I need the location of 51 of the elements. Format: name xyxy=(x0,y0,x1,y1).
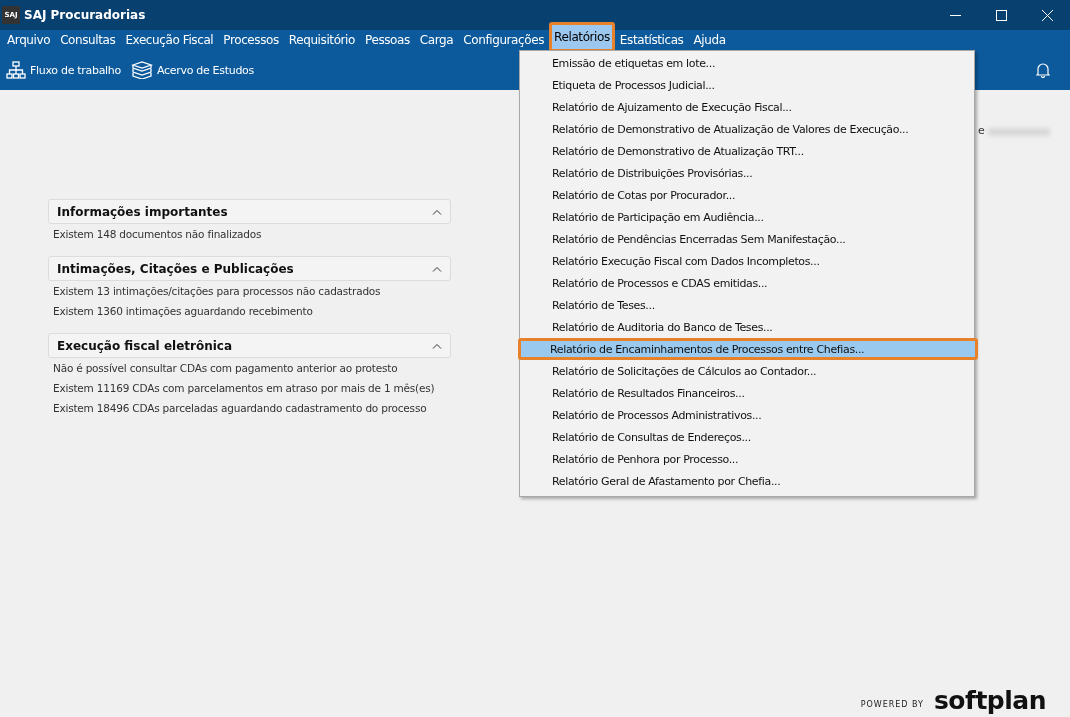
section-header[interactable]: Intimações, Citações e Publicações xyxy=(48,256,451,281)
menu-item[interactable]: Execução Fiscal xyxy=(120,30,219,50)
info-text: Existem 11169 CDAs com parcelamentos em atraso por mais de 1 mês(es) xyxy=(52,381,436,396)
menu-option[interactable]: Relatório de Processos Administrativos... xyxy=(520,404,974,426)
menu-option[interactable]: Etiqueta de Processos Judicial... xyxy=(520,74,974,96)
menu-option[interactable]: Relatório de Solicitações de Cálculos ao Contador... xyxy=(520,360,974,382)
menu-item[interactable]: Pessoas xyxy=(360,30,415,50)
info-text: Existem 13 intimações/citações para processos não cadastrados xyxy=(52,284,382,299)
hierarchy-icon xyxy=(6,61,26,79)
menu-option[interactable]: Relatório de Teses... xyxy=(520,294,974,316)
menu-item[interactable]: Relatórios xyxy=(549,22,615,52)
menu-item[interactable]: Processos xyxy=(218,30,284,50)
menu-option[interactable]: Relatório de Distribuições Provisórias... xyxy=(520,162,974,184)
menu-option[interactable]: Relatório de Demonstrativo de Atualização TRT... xyxy=(520,140,974,162)
info-text: Não é possível consultar CDAs com pagamento anterior ao protesto xyxy=(52,361,399,376)
menu-item[interactable]: Carga xyxy=(414,30,459,50)
menu-option[interactable]: Relatório de Auditoria do Banco de Teses... xyxy=(520,316,974,338)
menu-option[interactable]: Emissão de etiquetas em lote... xyxy=(520,52,974,74)
menu-option[interactable]: Relatório de Ajuizamento de Execução Fiscal... xyxy=(520,96,974,118)
close-icon xyxy=(1041,9,1053,21)
info-text: Existem 18496 CDAs parceladas aguardando cadastramento do processo xyxy=(52,401,428,416)
menu-option[interactable]: Relatório de Participação em Audiência... xyxy=(520,206,974,228)
brand-logo: softplan xyxy=(934,688,1046,713)
menu-item[interactable]: Configurações xyxy=(458,30,550,50)
menu-option[interactable]: Relatório Geral de Afastamento por Chefia... xyxy=(520,470,974,492)
menu-option[interactable]: Relatório de Demonstrativo de Atualização de Valores de Execução... xyxy=(520,118,974,140)
info-text: Existem 148 documentos não finalizados xyxy=(52,227,263,242)
menu-option[interactable]: Relatório de Pendências Encerradas Sem Manifestação... xyxy=(520,228,974,250)
menu-item[interactable]: Arquivo xyxy=(2,30,56,50)
powered-by-text: POWERED BY xyxy=(860,700,924,709)
menu-option[interactable]: Relatório de Processos e CDAS emitidas... xyxy=(520,272,974,294)
menu-item[interactable]: Estatísticas xyxy=(614,30,689,50)
menu-item[interactable]: Ajuda xyxy=(688,30,731,50)
partial-text: e xyxy=(978,124,985,137)
menu-item[interactable]: Requisitório xyxy=(283,30,360,50)
menu-item[interactable]: Consultas xyxy=(55,30,121,50)
menu-option[interactable]: Relatório de Resultados Financeiros... xyxy=(520,382,974,404)
toolbar-button[interactable]: Fluxo de trabalho xyxy=(6,61,121,79)
menu-option[interactable]: Relatório de Consultas de Endereços... xyxy=(520,426,974,448)
info-text: Existem 1360 intimações aguardando recebimento xyxy=(52,304,314,319)
menu-option[interactable]: Relatório de Cotas por Procurador... xyxy=(520,184,974,206)
section-header[interactable]: Execução fiscal eletrônica xyxy=(48,333,451,358)
toolbar-button[interactable]: Acervo de Estudos xyxy=(130,61,254,79)
menu-option[interactable]: Relatório de Penhora por Processo... xyxy=(520,448,974,470)
window-title: SAJ Procuradorias xyxy=(24,8,146,22)
maximize-icon xyxy=(995,9,1007,21)
menu-option[interactable]: Relatório de Encaminhamentos de Processos entre Chefias... xyxy=(518,338,978,360)
books-icon xyxy=(130,61,153,79)
menu-option[interactable]: Relatório Execução Fiscal com Dados Incompletos... xyxy=(520,250,974,272)
section-header[interactable]: Informações importantes xyxy=(48,199,451,224)
bell-icon[interactable] xyxy=(1036,62,1050,78)
